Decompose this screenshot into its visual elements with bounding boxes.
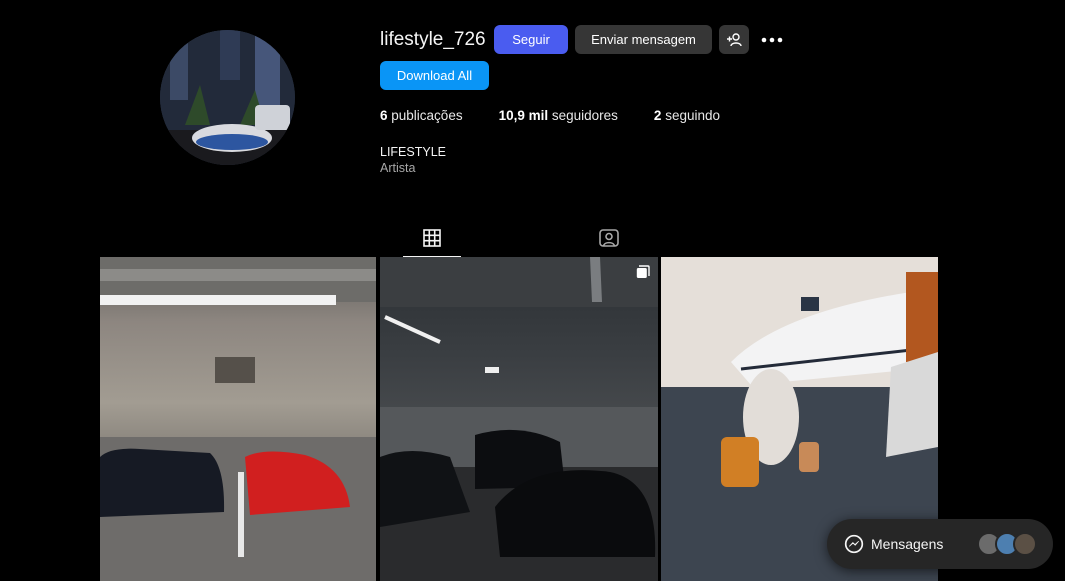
posts-stat: 6 publicações bbox=[380, 108, 463, 123]
bio-name: LIFESTYLE bbox=[380, 145, 446, 159]
profile-stats: 6 publicações 10,9 mil seguidores 2 segu… bbox=[380, 108, 756, 123]
following-stat[interactable]: 2 seguindo bbox=[654, 108, 720, 123]
profile-username: lifestyle_726 bbox=[380, 29, 486, 50]
post-image-garage bbox=[100, 257, 376, 581]
download-all-button[interactable]: Download All bbox=[380, 61, 489, 90]
more-options-button[interactable] bbox=[757, 25, 787, 54]
send-message-button[interactable]: Enviar mensagem bbox=[575, 25, 712, 54]
post-grid bbox=[100, 257, 938, 581]
follow-button[interactable]: Seguir bbox=[494, 25, 568, 54]
multiple-posts-icon bbox=[636, 265, 650, 278]
grid-icon bbox=[423, 229, 441, 247]
messages-widget[interactable]: Mensagens bbox=[827, 519, 1053, 569]
profile-avatar[interactable] bbox=[160, 30, 295, 165]
carousel-badge bbox=[636, 265, 650, 284]
post-item[interactable] bbox=[100, 257, 376, 581]
following-count: 2 bbox=[653, 108, 662, 123]
followers-count: 10,9 mil bbox=[498, 108, 549, 123]
tab-posts[interactable] bbox=[403, 220, 461, 257]
avatar-image bbox=[160, 30, 295, 165]
posts-label: publicações bbox=[391, 108, 463, 123]
following-label: seguindo bbox=[665, 108, 721, 123]
post-image-underground-parking bbox=[380, 257, 658, 581]
conversation-avatar bbox=[1013, 532, 1037, 556]
post-item[interactable] bbox=[380, 257, 658, 581]
messenger-icon bbox=[844, 534, 864, 554]
posts-count: 6 bbox=[380, 108, 388, 123]
messages-label: Mensagens bbox=[871, 536, 944, 552]
followers-label: seguidores bbox=[551, 108, 618, 123]
add-user-icon bbox=[727, 32, 742, 46]
suggest-user-button[interactable] bbox=[719, 25, 749, 54]
followers-stat[interactable]: 10,9 mil seguidores bbox=[499, 108, 618, 123]
tab-tagged[interactable] bbox=[580, 220, 638, 256]
tagged-icon bbox=[599, 229, 619, 247]
more-dots-icon bbox=[761, 37, 783, 42]
bio-category: Artista bbox=[380, 161, 416, 175]
